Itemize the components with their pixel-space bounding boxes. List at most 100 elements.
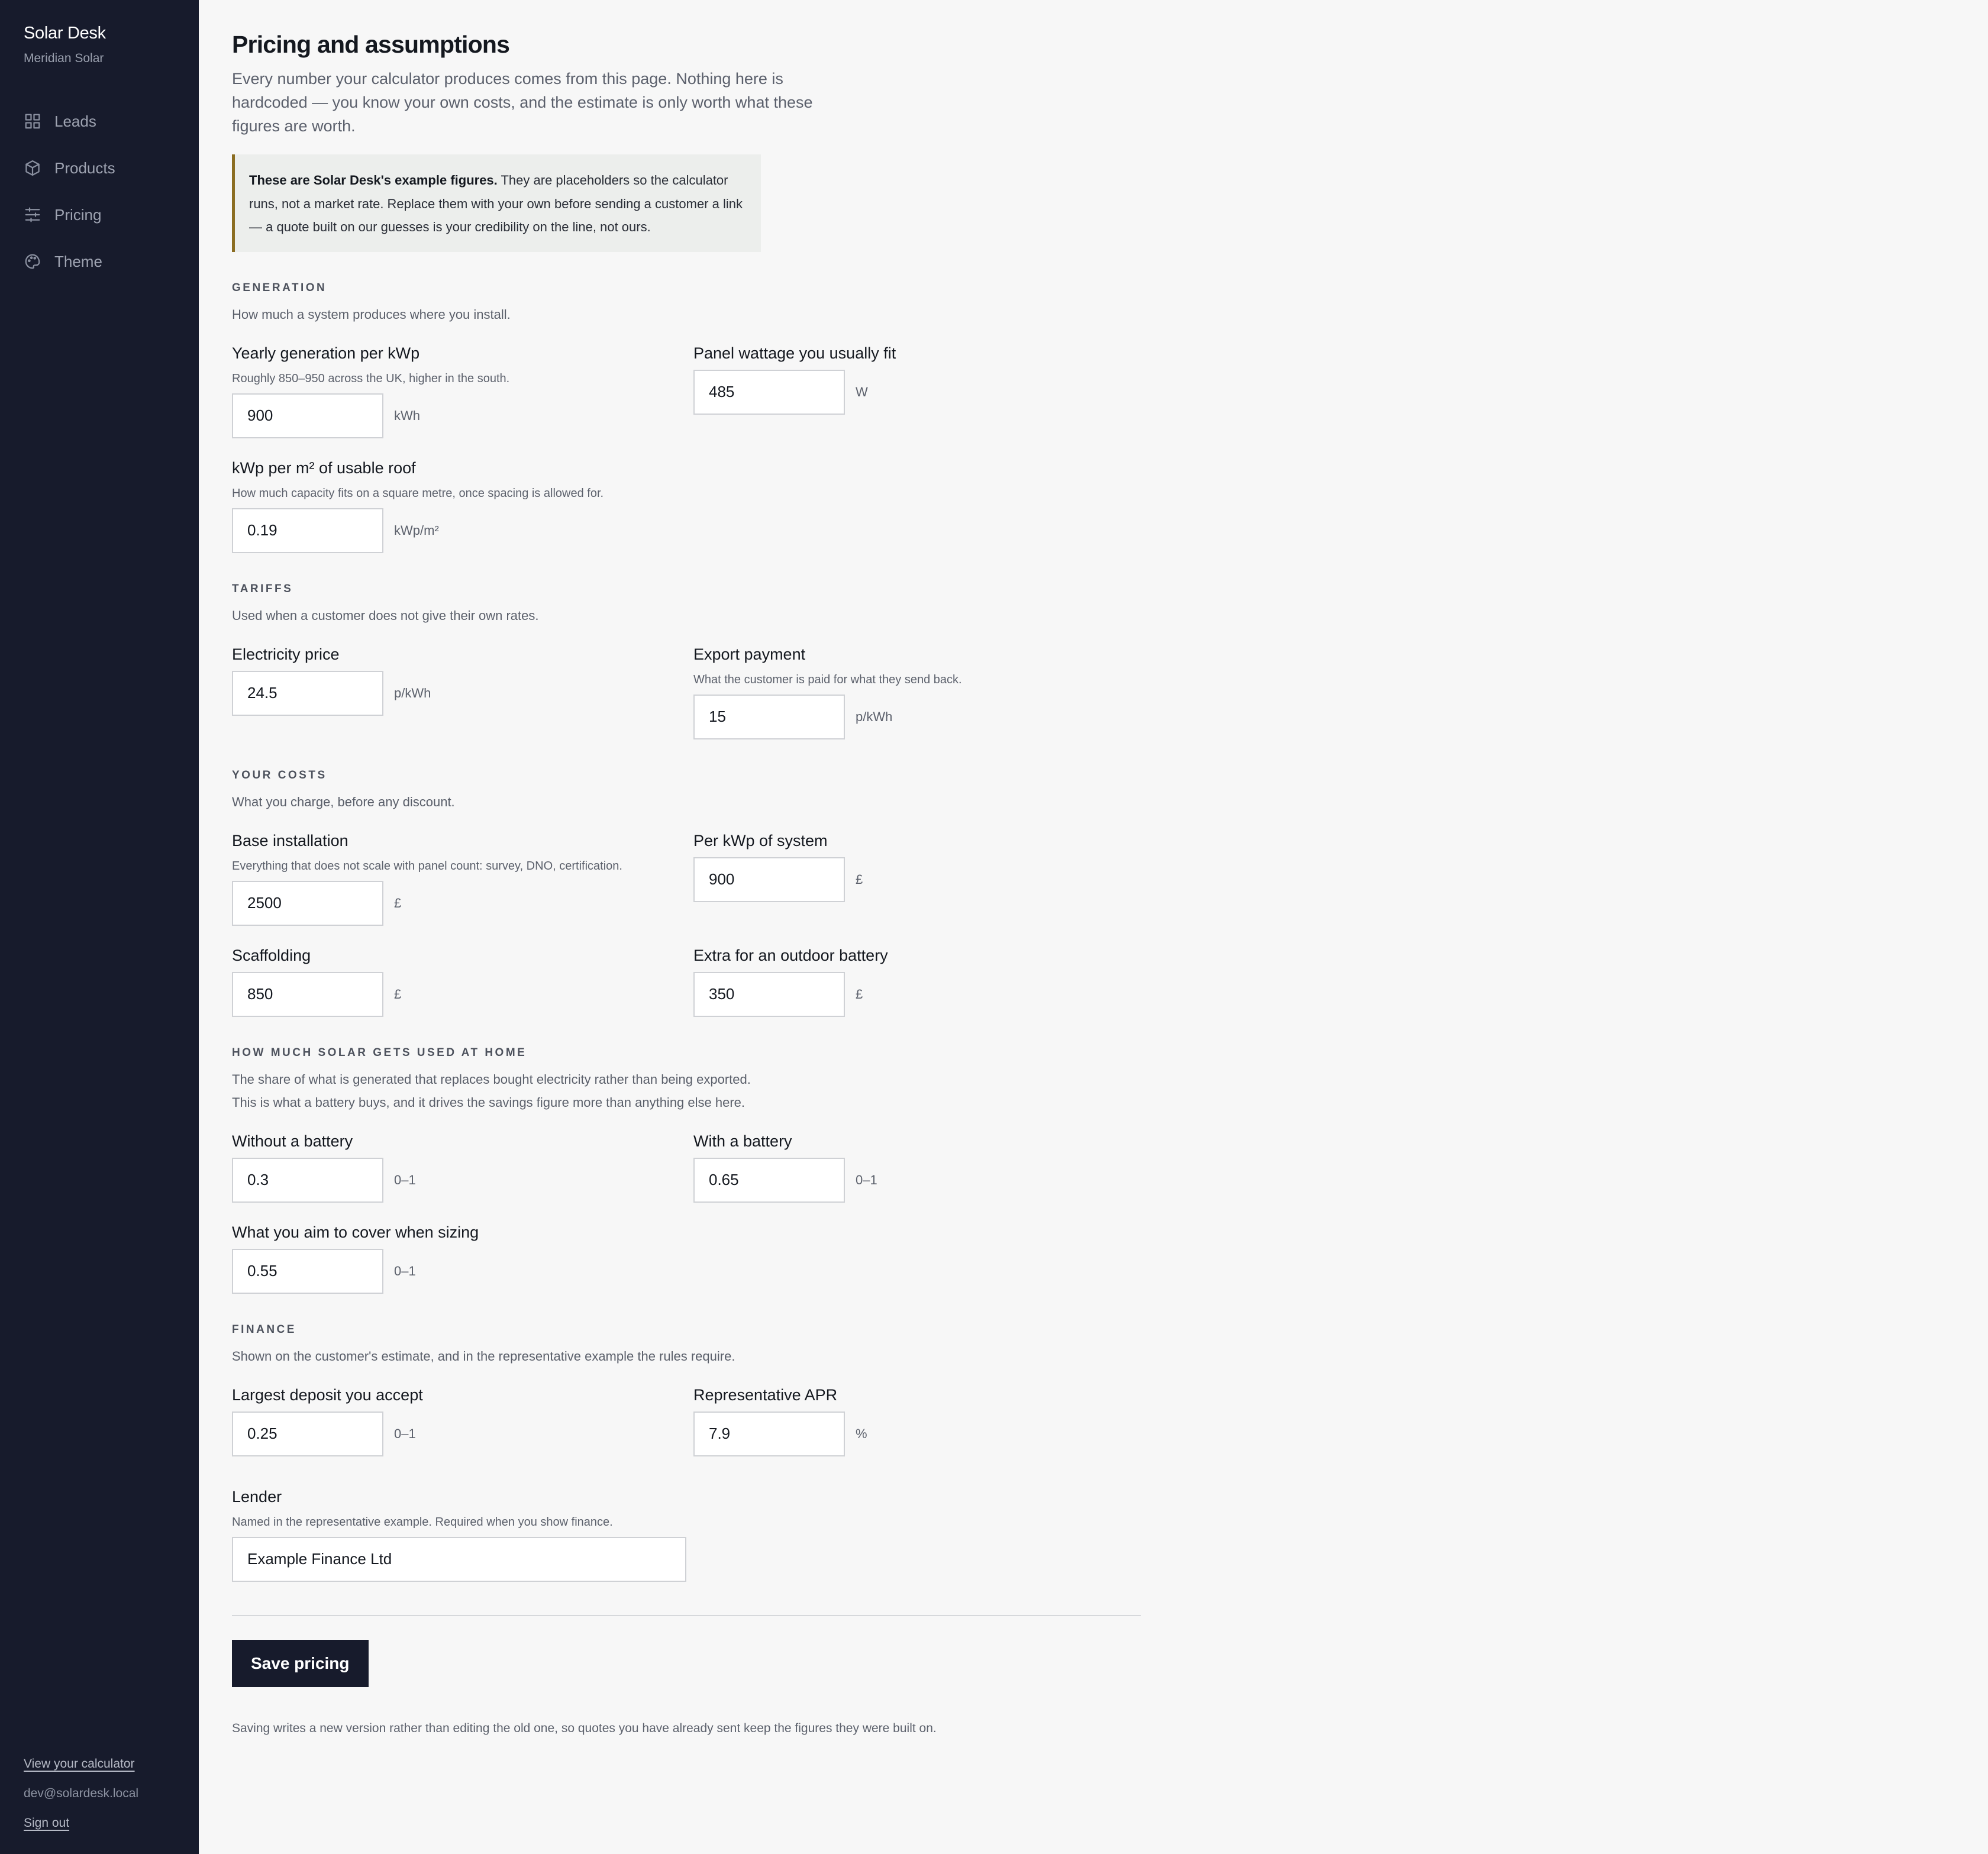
box-icon [24, 159, 41, 177]
field-label: What you aim to cover when sizing [232, 1223, 479, 1241]
brand-name: Solar Desk [24, 24, 106, 43]
unit-label: 0–1 [394, 1426, 416, 1441]
brand-org: Meridian Solar [24, 51, 104, 65]
sidebar-item-theme[interactable]: Theme [24, 250, 115, 273]
field-help: How much capacity fits on a square metre… [232, 486, 604, 500]
sidebar-nav: Leads Products Pricing Theme [24, 110, 115, 297]
field-help: What the customer is paid for what they … [693, 673, 962, 686]
main-content: Pricing and assumptions Every number you… [232, 31, 1143, 1736]
per-kwp-input[interactable] [693, 857, 845, 902]
field-label: Representative APR [693, 1385, 838, 1404]
with-battery-input[interactable] [693, 1157, 845, 1203]
section-heading: YOUR COSTS [232, 768, 327, 781]
sidebar-item-leads[interactable]: Leads [24, 110, 115, 133]
field-label: With a battery [693, 1132, 792, 1150]
divider [232, 1614, 1141, 1616]
kwp-per-m2-input[interactable] [232, 508, 383, 553]
field-export-payment: Export payment What the customer is paid… [693, 645, 1143, 739]
unit-label: £ [394, 895, 402, 910]
save-pricing-button[interactable]: Save pricing [232, 1639, 369, 1687]
section-heading: FINANCE [232, 1323, 296, 1336]
sidebar-item-label: Products [54, 159, 115, 177]
unit-label: £ [856, 871, 863, 887]
yearly-generation-input[interactable] [232, 393, 383, 438]
unit-label: £ [394, 986, 402, 1002]
unit-label: kWh [394, 408, 420, 423]
field-label: Panel wattage you usually fit [693, 344, 896, 362]
field-label: Yearly generation per kWp [232, 344, 420, 362]
unit-label: p/kWh [394, 685, 431, 700]
sidebar-footer: View your calculator dev@solardesk.local… [24, 1757, 138, 1830]
section-heading: TARIFFS [232, 582, 293, 595]
field-outdoor-battery: Extra for an outdoor battery £ [693, 946, 1143, 1017]
base-installation-input[interactable] [232, 880, 383, 926]
section-heading: HOW MUCH SOLAR GETS USED AT HOME [232, 1046, 527, 1059]
account-email: dev@solardesk.local [24, 1787, 139, 1800]
section-generation: GENERATION How much a system produces wh… [232, 282, 1143, 553]
unit-label: W [856, 384, 868, 399]
view-calculator-link[interactable]: View your calculator [24, 1757, 138, 1771]
field-lender: Lender Named in the representative examp… [232, 1487, 1143, 1582]
section-description: Used when a customer does not give their… [232, 608, 539, 623]
field-kwp-per-m2: kWp per m² of usable roof How much capac… [232, 458, 693, 553]
sliders-icon [24, 206, 41, 224]
section-tariffs: TARIFFS Used when a customer does not gi… [232, 583, 1143, 739]
field-largest-deposit: Largest deposit you accept 0–1 [232, 1385, 693, 1456]
example-figures-notice: These are Solar Desk's example figures. … [232, 154, 761, 252]
section-costs: YOUR COSTS What you charge, before any d… [232, 769, 1143, 1017]
field-without-battery: Without a battery 0–1 [232, 1132, 693, 1203]
field-label: Per kWp of system [693, 831, 828, 850]
brand: Solar Desk Meridian Solar [24, 24, 106, 66]
section-description: The share of what is generated that repl… [232, 1071, 751, 1110]
unit-label: 0–1 [394, 1172, 416, 1187]
field-label: Export payment [693, 645, 806, 663]
sizing-target-input[interactable] [232, 1248, 383, 1294]
notice-bold: These are Solar Desk's example figures. [249, 173, 498, 188]
without-battery-input[interactable] [232, 1157, 383, 1203]
field-scaffolding: Scaffolding £ [232, 946, 693, 1017]
field-label: Largest deposit you accept [232, 1385, 423, 1404]
section-finance: FINANCE Shown on the customer's estimate… [232, 1323, 1143, 1582]
field-label: Electricity price [232, 645, 340, 663]
field-help: Named in the representative example. Req… [232, 1515, 613, 1529]
field-label: Scaffolding [232, 946, 311, 964]
sidebar-item-label: Leads [54, 112, 96, 130]
section-description: Shown on the customer's estimate, and in… [232, 1348, 735, 1364]
field-help: Roughly 850–950 across the UK, higher in… [232, 372, 510, 385]
sidebar-item-label: Pricing [54, 205, 102, 224]
scaffolding-input[interactable] [232, 971, 383, 1017]
field-label: Base installation [232, 831, 348, 850]
unit-label: 0–1 [856, 1172, 877, 1187]
section-description: What you charge, before any discount. [232, 794, 455, 809]
sidebar-item-pricing[interactable]: Pricing [24, 204, 115, 226]
representative-apr-input[interactable] [693, 1411, 845, 1456]
largest-deposit-input[interactable] [232, 1411, 383, 1456]
page-intro: Every number your calculator produces co… [232, 70, 813, 135]
sidebar-item-products[interactable]: Products [24, 157, 115, 179]
field-label: kWp per m² of usable roof [232, 458, 416, 477]
section-description: How much a system produces where you ins… [232, 306, 511, 322]
field-representative-apr: Representative APR % [693, 1385, 1143, 1456]
field-with-battery: With a battery 0–1 [693, 1132, 1143, 1203]
field-per-kwp: Per kWp of system £ [693, 831, 1143, 926]
unit-label: 0–1 [394, 1263, 416, 1278]
field-yearly-generation: Yearly generation per kWp Roughly 850–95… [232, 344, 693, 438]
lender-input[interactable] [232, 1536, 686, 1582]
save-note: Saving writes a new version rather than … [232, 1721, 937, 1735]
field-base-installation: Base installation Everything that does n… [232, 831, 693, 926]
outdoor-battery-input[interactable] [693, 971, 845, 1017]
field-panel-wattage: Panel wattage you usually fit W [693, 344, 1143, 438]
export-payment-input[interactable] [693, 694, 845, 739]
field-label: Extra for an outdoor battery [693, 946, 888, 964]
sign-out-link[interactable]: Sign out [24, 1816, 138, 1830]
sidebar-item-label: Theme [54, 252, 102, 270]
field-help: Everything that does not scale with pane… [232, 859, 622, 873]
electricity-price-input[interactable] [232, 670, 383, 716]
field-sizing-target: What you aim to cover when sizing 0–1 [232, 1223, 693, 1294]
field-label: Lender [232, 1487, 282, 1506]
panel-wattage-input[interactable] [693, 369, 845, 415]
unit-label: £ [856, 986, 863, 1002]
section-heading: GENERATION [232, 281, 327, 294]
palette-icon [24, 253, 41, 270]
section-self-consumption: HOW MUCH SOLAR GETS USED AT HOME The sha… [232, 1046, 1143, 1294]
